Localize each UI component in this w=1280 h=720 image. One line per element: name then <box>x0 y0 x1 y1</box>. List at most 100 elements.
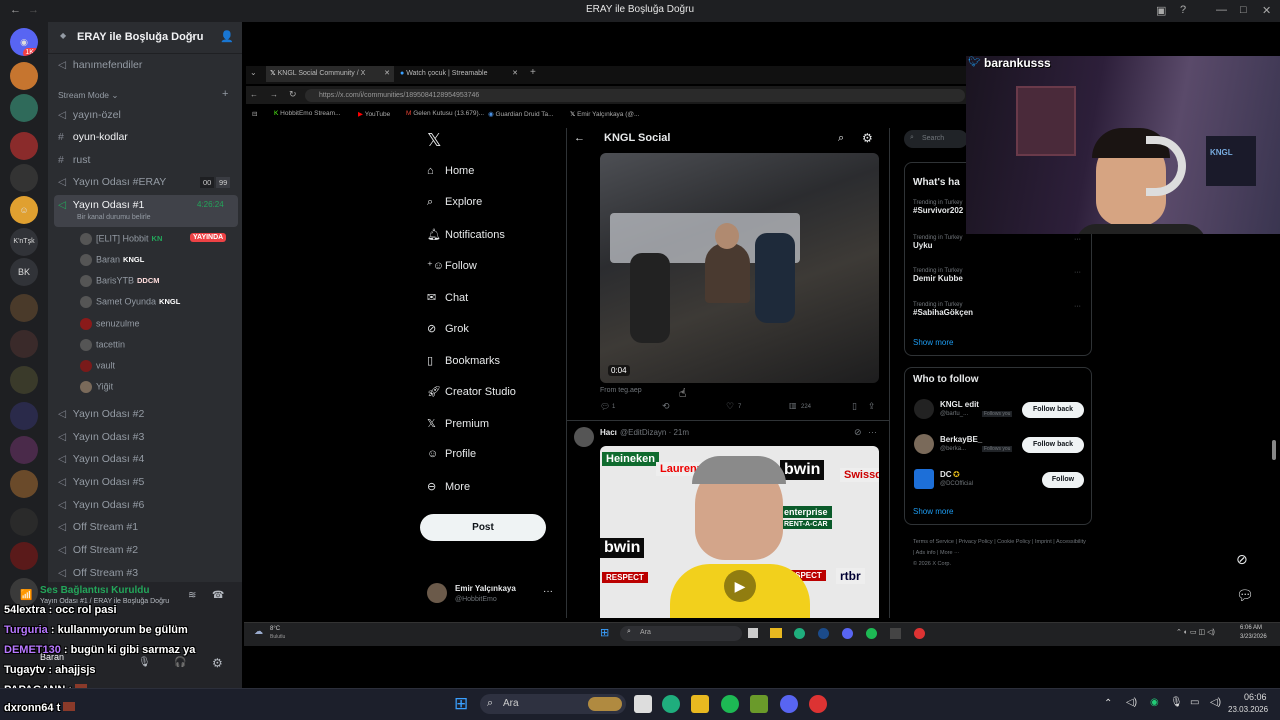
server-icon[interactable] <box>10 436 38 464</box>
channel-item[interactable]: # rust <box>58 154 90 166</box>
footer-links[interactable]: Terms of Service | Privacy Policy | Cook… <box>913 537 1088 570</box>
voice-channel[interactable]: ◁ Off Stream #2 <box>58 544 138 556</box>
server-icon[interactable] <box>10 62 38 90</box>
tweet-video[interactable]: Heineken Laurenn bwin Swissquote enterpr… <box>600 446 879 618</box>
speaker-icon[interactable]: ◁) <box>1210 697 1221 708</box>
voice-user[interactable]: Yiğit <box>80 381 113 393</box>
edge-icon[interactable] <box>662 695 680 713</box>
channel-item[interactable]: # oyun-kodlar <box>58 131 128 143</box>
signal-icon[interactable]: 📶 <box>20 590 32 601</box>
tab-menu-icon[interactable]: ⌄ <box>250 68 257 77</box>
voice-channel[interactable]: ◁ Off Stream #3 <box>58 567 138 579</box>
nav-more[interactable]: ⊖ More <box>427 480 470 493</box>
follow-back-button[interactable]: Follow back <box>1022 402 1084 418</box>
server-icon[interactable]: BK <box>10 258 38 286</box>
show-more-link[interactable]: Show more <box>913 338 953 347</box>
voice-channel[interactable]: ◁ Yayın Odası #4 <box>58 453 144 465</box>
avatar[interactable] <box>914 399 934 419</box>
voice-user[interactable]: Samet Oyunda KNGL <box>80 296 180 308</box>
steam-icon[interactable] <box>818 628 829 639</box>
server-icon[interactable] <box>10 164 38 192</box>
post-button[interactable]: Post <box>420 514 546 541</box>
add-friend-icon[interactable]: 👤 <box>220 30 234 43</box>
headphones-icon[interactable]: 🎧 <box>174 657 186 668</box>
more-icon[interactable]: ··· <box>1074 269 1081 276</box>
noise-suppression-icon[interactable]: ≋ <box>188 590 196 601</box>
settings-gear-icon[interactable]: ⚙ <box>862 131 873 145</box>
voice-channel[interactable]: ◁ Yayın Odası #1 <box>58 199 144 211</box>
suggested-user-name[interactable]: BerkayBE_ <box>940 435 982 444</box>
voice-channel[interactable]: ◁ Yayın Odası #6 <box>58 499 144 511</box>
server-folder-icon[interactable] <box>10 366 38 394</box>
app-icon[interactable] <box>809 695 827 713</box>
more-icon[interactable]: ··· <box>1074 236 1081 243</box>
disconnect-icon[interactable]: ☎ <box>212 590 224 601</box>
voice-user[interactable]: tacettin <box>80 339 125 351</box>
channel-item[interactable]: ◁ hanımefendiler <box>58 59 142 71</box>
tray-app-icon[interactable]: ◉ <box>1150 697 1159 708</box>
trend-item[interactable]: Trending in Turkey Uyku <box>913 235 962 250</box>
voice-user[interactable]: senuzulme <box>80 318 140 330</box>
nav-grok[interactable]: ⊘ Grok <box>427 322 469 335</box>
edge-icon[interactable] <box>794 628 805 639</box>
account-menu-icon[interactable]: ··· <box>543 586 553 597</box>
taskview-icon[interactable] <box>634 695 652 713</box>
taskview-icon[interactable] <box>748 628 758 638</box>
suggested-user-name[interactable]: DC <box>940 470 952 479</box>
avatar[interactable] <box>914 434 934 454</box>
back-arrow-icon[interactable]: ← <box>574 132 585 144</box>
minimize-icon[interactable]: — <box>1216 4 1227 16</box>
tab-close-icon[interactable]: ✕ <box>512 66 518 82</box>
voice-user[interactable]: Baran KNGL <box>80 254 144 266</box>
app-icon[interactable] <box>914 628 925 639</box>
clock-date[interactable]: 23.03.2026 <box>1228 705 1268 714</box>
scrollbar[interactable] <box>1272 440 1276 460</box>
help-icon[interactable]: ? <box>1180 4 1186 16</box>
tweet-author[interactable]: Hacı <box>600 428 617 437</box>
add-channel-icon[interactable]: + <box>222 88 228 100</box>
voice-user[interactable]: [ELIT] Hobbit KN <box>80 233 162 245</box>
spotify-icon[interactable] <box>721 695 739 713</box>
network-icon[interactable]: ▭ <box>1190 697 1199 708</box>
close-icon[interactable]: ✕ <box>1262 4 1271 17</box>
voice-channel[interactable]: ◁ Yayın Odası #2 <box>58 408 144 420</box>
more-icon[interactable]: ··· <box>868 427 877 437</box>
server-folder-icon[interactable] <box>10 294 38 322</box>
browser-tab[interactable]: ● Watch çocuk | Streamable ✕ <box>396 66 522 82</box>
voice-channel[interactable]: ◁ Off Stream #1 <box>58 521 138 533</box>
voice-channel[interactable]: ◁ Yayın Odası #3 <box>58 431 144 443</box>
taskbar-search[interactable] <box>620 626 742 641</box>
nav-home[interactable]: ⌂ Home <box>427 165 474 177</box>
grok-float-icon[interactable]: ⊘ <box>1236 551 1248 568</box>
nav-chat[interactable]: ✉ Chat <box>427 291 468 304</box>
channel-item[interactable]: ◁ yayın-özel <box>58 109 121 121</box>
server-icon[interactable]: ☺ <box>10 196 38 224</box>
nav-bookmarks[interactable]: ▯ Bookmarks <box>427 354 500 367</box>
chevron-down-icon[interactable]: ⌄ <box>188 30 196 41</box>
nav-profile[interactable]: ☺ Profile <box>427 448 476 460</box>
folder-icon[interactable] <box>770 628 782 638</box>
discord-icon[interactable] <box>780 695 798 713</box>
server-icon[interactable] <box>10 94 38 122</box>
tray-icons[interactable]: ⌃ ◐ ▭ ◫ ◁) <box>1176 628 1215 636</box>
windows-start-icon[interactable]: ⊞ <box>454 694 468 714</box>
folder-icon[interactable] <box>691 695 709 713</box>
browser-tab-active[interactable]: 𝕏 KNGL Social Community / X ✕ <box>266 66 394 82</box>
mic-icon[interactable]: 🎙 <box>138 657 151 668</box>
bookmark-icon[interactable]: ▯ <box>852 401 857 412</box>
play-icon[interactable]: ▶ <box>724 570 756 602</box>
channel-status[interactable]: Bir kanal durumu belirle <box>77 214 151 221</box>
share-icon[interactable]: ⇪ <box>868 401 876 412</box>
nav-explore[interactable]: ⌕ Explore <box>427 196 482 209</box>
x-logo-icon[interactable]: 𝕏 <box>427 130 442 151</box>
video-source[interactable]: From teg.aep <box>600 387 642 394</box>
nav-premium[interactable]: 𝕏 Premium <box>427 417 489 430</box>
search-icon[interactable]: ⌕ <box>838 132 844 145</box>
tray-chevron-icon[interactable]: ⌃ <box>1104 698 1112 709</box>
windows-start-icon[interactable]: ⊞ <box>600 626 609 639</box>
voice-user[interactable]: vault <box>80 360 115 372</box>
bookmark-item[interactable]: ◉ Guardian Druid Ta... <box>488 110 554 118</box>
server-icon[interactable]: K'nTşk <box>10 228 38 256</box>
back-icon[interactable]: ← <box>250 90 258 99</box>
server-icon[interactable] <box>10 542 38 570</box>
